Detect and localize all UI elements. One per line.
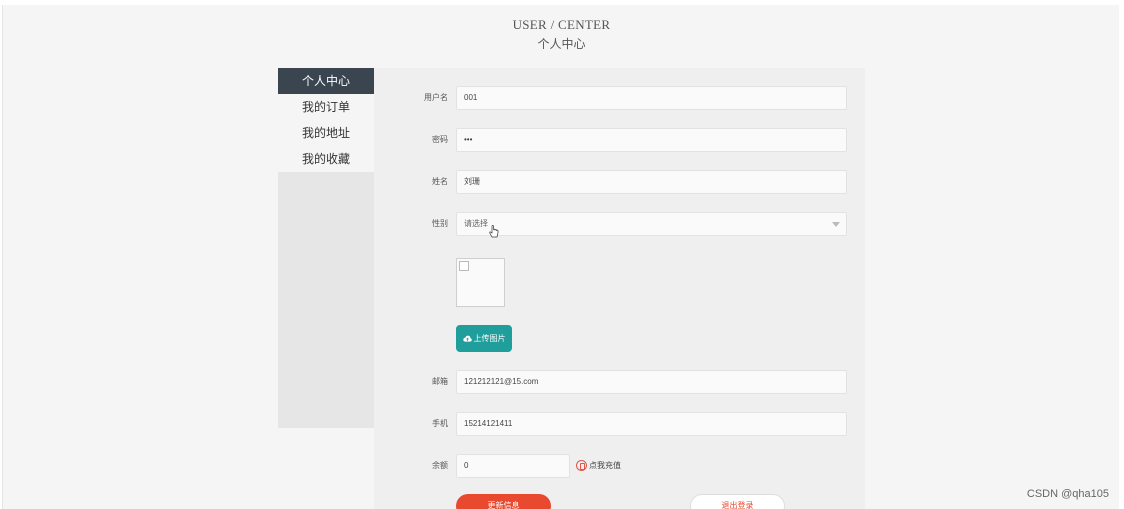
upload-image-label: 上传图片	[473, 334, 506, 343]
avatar-preview	[456, 258, 505, 307]
chevron-down-icon	[832, 222, 840, 227]
page: USER / CENTER 个人中心 个人中心 我的订单 我的地址 我的收藏 用…	[2, 5, 1119, 509]
upload-image-button[interactable]: 上传图片	[456, 325, 512, 352]
sidebar-item-profile[interactable]: 个人中心	[278, 68, 374, 94]
sidebar-item-favorites[interactable]: 我的收藏	[278, 146, 374, 172]
email-row: 邮箱 121212121@15.com	[374, 370, 865, 394]
balance-label: 余额	[432, 461, 448, 470]
phone-input[interactable]: 15214121411	[456, 412, 847, 436]
recharge-icon	[576, 460, 587, 472]
gender-select-value: 请选择	[464, 219, 488, 228]
username-label: 用户名	[424, 93, 448, 102]
phone-label: 手机	[432, 419, 448, 428]
gender-label: 性别	[432, 219, 448, 228]
sidebar-item-addresses[interactable]: 我的地址	[278, 120, 374, 146]
password-label: 密码	[432, 135, 448, 144]
username-row: 用户名 001	[374, 86, 865, 110]
broken-image-icon	[459, 261, 469, 271]
profile-form: 用户名 001 密码 ••• 姓名 刘珊 性别 请选择 上传图片 邮箱 1212…	[374, 68, 865, 509]
hand-cursor-icon	[489, 225, 499, 238]
name-label: 姓名	[432, 177, 448, 186]
name-row: 姓名 刘珊	[374, 170, 865, 194]
cloud-upload-icon	[462, 336, 472, 342]
recharge-link[interactable]: 点我充值	[576, 458, 621, 474]
update-info-button[interactable]: 更新信息	[456, 494, 551, 509]
page-title-cn: 个人中心	[537, 37, 586, 51]
recharge-label: 点我充值	[589, 461, 621, 470]
sidebar-item-orders[interactable]: 我的订单	[278, 94, 374, 120]
username-input[interactable]: 001	[456, 86, 847, 110]
gender-row: 性别 请选择	[374, 212, 865, 238]
email-label: 邮箱	[432, 377, 448, 386]
sidebar: 个人中心 我的订单 我的地址 我的收藏	[278, 68, 374, 428]
logout-button[interactable]: 退出登录	[690, 494, 785, 509]
balance-input[interactable]: 0	[456, 454, 570, 478]
password-row: 密码 •••	[374, 128, 865, 152]
gender-select[interactable]: 请选择	[456, 212, 847, 238]
password-input[interactable]: •••	[456, 128, 847, 152]
phone-row: 手机 15214121411	[374, 412, 865, 436]
balance-row: 余额 0 点我充值	[374, 454, 865, 478]
name-input[interactable]: 刘珊	[456, 170, 847, 194]
watermark: CSDN @qha105	[1026, 488, 1109, 500]
email-input[interactable]: 121212121@15.com	[456, 370, 847, 394]
page-header: USER / CENTER 个人中心	[3, 17, 1120, 52]
page-title-en: USER / CENTER	[512, 17, 611, 32]
